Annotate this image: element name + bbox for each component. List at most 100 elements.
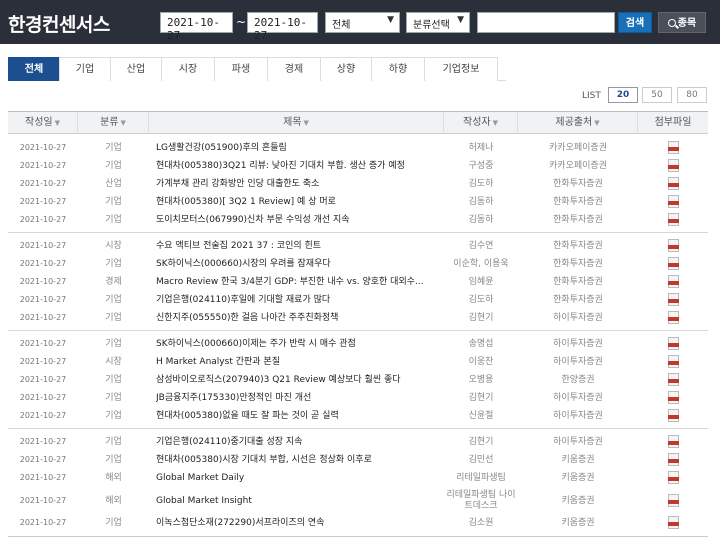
table-row[interactable]: 2021-10-27 기업 기업은행(024110)후일에 기대할 재료가 많다… [8,291,708,309]
row-category: 기업 [105,161,122,171]
table-row[interactable]: 2021-10-27 해외 Global Market Daily 리테일파생팀… [8,469,708,487]
tab-company-info[interactable]: 기업정보 [424,57,498,81]
row-attachment [638,389,708,407]
group-divider [8,232,708,233]
row-title-link[interactable]: 삼성바이오로직스(207940)3 Q21 Review 예상보다 훨씬 좋다 [156,371,444,389]
table-row[interactable]: 2021-10-27 기업 SK하이닉스(000660)시장의 우려를 잠재우다… [8,255,708,273]
pdf-icon[interactable] [667,409,679,422]
pdf-icon[interactable] [667,257,679,270]
row-title-link[interactable]: SK하이닉스(000660)이제는 주가 반락 시 매수 관점 [156,335,444,353]
table-row[interactable]: 2021-10-27 기업 현대차(005380)[ 3Q2 1 Review]… [8,193,708,211]
row-title-link[interactable]: Macro Review 한국 3/4분기 GDP: 부진한 내수 vs. 양호… [156,273,444,291]
row-title-link[interactable]: 도이치모터스(067990)신차 부문 수익성 개선 지속 [156,211,444,229]
pdf-icon[interactable] [667,213,679,226]
table-row[interactable]: 2021-10-27 시장 H Market Analyst 간판과 본질 이웅… [8,353,708,371]
row-title-link[interactable]: H Market Analyst 간판과 본질 [156,353,444,371]
list-size-20[interactable]: 20 [608,87,638,103]
pdf-icon[interactable] [667,275,679,288]
pdf-icon[interactable] [667,516,679,529]
row-title-link[interactable]: 현대차(005380)3Q21 리뷰: 낮아진 기대치 부합. 생산 증가 예정 [156,157,444,175]
table-row[interactable]: 2021-10-27 기업 이녹스첨단소재(272290)서프라이즈의 연속 김… [8,514,708,532]
tab-economy[interactable]: 경제 [267,57,321,81]
column-header-title[interactable]: 제목 ▼ [149,112,444,134]
row-title-link[interactable]: 이녹스첨단소재(272290)서프라이즈의 연속 [156,514,444,532]
table-row[interactable]: 2021-10-27 기업 도이치모터스(067990)신차 부문 수익성 개선… [8,211,708,229]
tab-market[interactable]: 시장 [161,57,215,81]
column-header-date[interactable]: 작성일 ▼ [8,112,78,134]
stock-search-button[interactable]: 종목 [658,12,706,33]
pdf-icon[interactable] [667,159,679,172]
report-type-select[interactable]: 전체 ▼ [325,12,400,33]
list-size-80[interactable]: 80 [677,87,707,103]
row-title-link[interactable]: Global Market Daily [156,469,444,487]
table-row[interactable]: 2021-10-27 기업 SK하이닉스(000660)이제는 주가 반락 시 … [8,335,708,353]
tab-downgrade[interactable]: 하향 [371,57,425,81]
tab-industry[interactable]: 산업 [110,57,162,81]
row-date: 2021-10-27 [19,197,67,206]
table-row[interactable]: 2021-10-27 시장 수요 액티브 전술집 2021 37 : 코인의 힌… [8,237,708,255]
row-date: 2021-10-27 [19,518,67,527]
search-button[interactable]: 검색 [618,12,652,33]
row-title-link[interactable]: 기업은행(024110)후일에 기대할 재료가 많다 [156,291,444,309]
pdf-icon[interactable] [667,453,679,466]
list-size-50[interactable]: 50 [642,87,672,103]
row-title-link[interactable]: 수요 액티브 전술집 2021 37 : 코인의 힌트 [156,237,444,255]
search-input[interactable] [477,12,615,33]
tab-all[interactable]: 전체 [8,57,60,81]
pdf-icon[interactable] [667,311,679,324]
pdf-icon[interactable] [667,337,679,350]
category-select[interactable]: 분류선택 ▼ [406,12,470,33]
tab-company[interactable]: 기업 [59,57,111,81]
row-attachment [638,309,708,327]
pdf-icon[interactable] [667,293,679,306]
table-row[interactable]: 2021-10-27 경제 Macro Review 한국 3/4분기 GDP:… [8,273,708,291]
table-row[interactable]: 2021-10-27 기업 삼성바이오로직스(207940)3 Q21 Revi… [8,371,708,389]
site-logo[interactable]: 한경컨센서스 [8,10,110,37]
table-row[interactable]: 2021-10-27 기업 현대차(005380)3Q21 리뷰: 낮아진 기대… [8,157,708,175]
row-title-link[interactable]: Global Market Insight [156,489,444,513]
row-title-link[interactable]: 기업은행(024110)중기대출 성장 지속 [156,433,444,451]
pdf-icon[interactable] [667,141,679,154]
column-header-category[interactable]: 분류 ▼ [78,112,149,134]
row-title-link[interactable]: LG생활건강(051900)후의 흔들림 [156,139,444,157]
row-title-link[interactable]: JB금융지주(175330)안정적인 마진 개선 [156,389,444,407]
column-header-source[interactable]: 제공출처 ▼ [518,112,638,134]
group-divider [8,330,708,331]
column-header-author[interactable]: 작성자 ▼ [444,112,518,134]
table-row[interactable]: 2021-10-27 기업 LG생활건강(051900)후의 흔들림 허제나 카… [8,139,708,157]
pdf-icon[interactable] [667,494,679,507]
start-date-input[interactable]: 2021-10-27 [160,12,233,42]
row-date: 2021-10-27 [19,277,67,286]
row-source: 키움증권 [561,455,595,465]
row-date: 2021-10-27 [19,375,67,384]
row-source: 한화투자증권 [553,215,603,225]
row-date: 2021-10-27 [19,357,67,366]
row-title-link[interactable]: 현대차(005380)[ 3Q2 1 Review] 예 상 머로 [156,193,444,211]
table-row[interactable]: 2021-10-27 기업 기업은행(024110)중기대출 성장 지속 김현기… [8,433,708,451]
pdf-icon[interactable] [667,355,679,368]
pdf-icon[interactable] [667,195,679,208]
pdf-icon[interactable] [667,391,679,404]
table-row[interactable]: 2021-10-27 산업 가계부채 관리 강화방안 인당 대출한도 축소 김도… [8,175,708,193]
row-title-link[interactable]: SK하이닉스(000660)시장의 우려를 잠재우다 [156,255,444,273]
row-title-link[interactable]: 신한지주(055550)한 걸음 나아간 주주친화정책 [156,309,444,327]
table-row[interactable]: 2021-10-27 기업 현대차(005380)시장 기대치 부합, 시선은 … [8,451,708,469]
row-attachment [638,407,708,425]
pdf-icon[interactable] [667,177,679,190]
end-date-input[interactable]: 2021-10-27 [247,12,318,42]
table-row[interactable]: 2021-10-27 해외 Global Market Insight 리테일파… [8,489,708,513]
row-title-link[interactable]: 가계부채 관리 강화방안 인당 대출한도 축소 [156,175,444,193]
row-title-link[interactable]: 현대차(005380)시장 기대치 부합, 시선은 정상화 이후로 [156,451,444,469]
tab-upgrade[interactable]: 상향 [320,57,372,81]
tab-derivatives[interactable]: 파생 [214,57,268,81]
pdf-icon[interactable] [667,373,679,386]
table-row[interactable]: 2021-10-27 기업 현대차(005380)없을 때도 잘 파는 것이 곧… [8,407,708,425]
pdf-icon[interactable] [667,471,679,484]
pdf-icon[interactable] [667,435,679,448]
row-title-link[interactable]: 현대차(005380)없을 때도 잘 파는 것이 곧 실력 [156,407,444,425]
table-row[interactable]: 2021-10-27 기업 신한지주(055550)한 걸음 나아간 주주친화정… [8,309,708,327]
table-row[interactable]: 2021-10-27 기업 JB금융지주(175330)안정적인 마진 개선 김… [8,389,708,407]
column-header-label: 분류 [100,117,119,128]
column-header-label: 작성일 [25,117,53,128]
pdf-icon[interactable] [667,239,679,252]
